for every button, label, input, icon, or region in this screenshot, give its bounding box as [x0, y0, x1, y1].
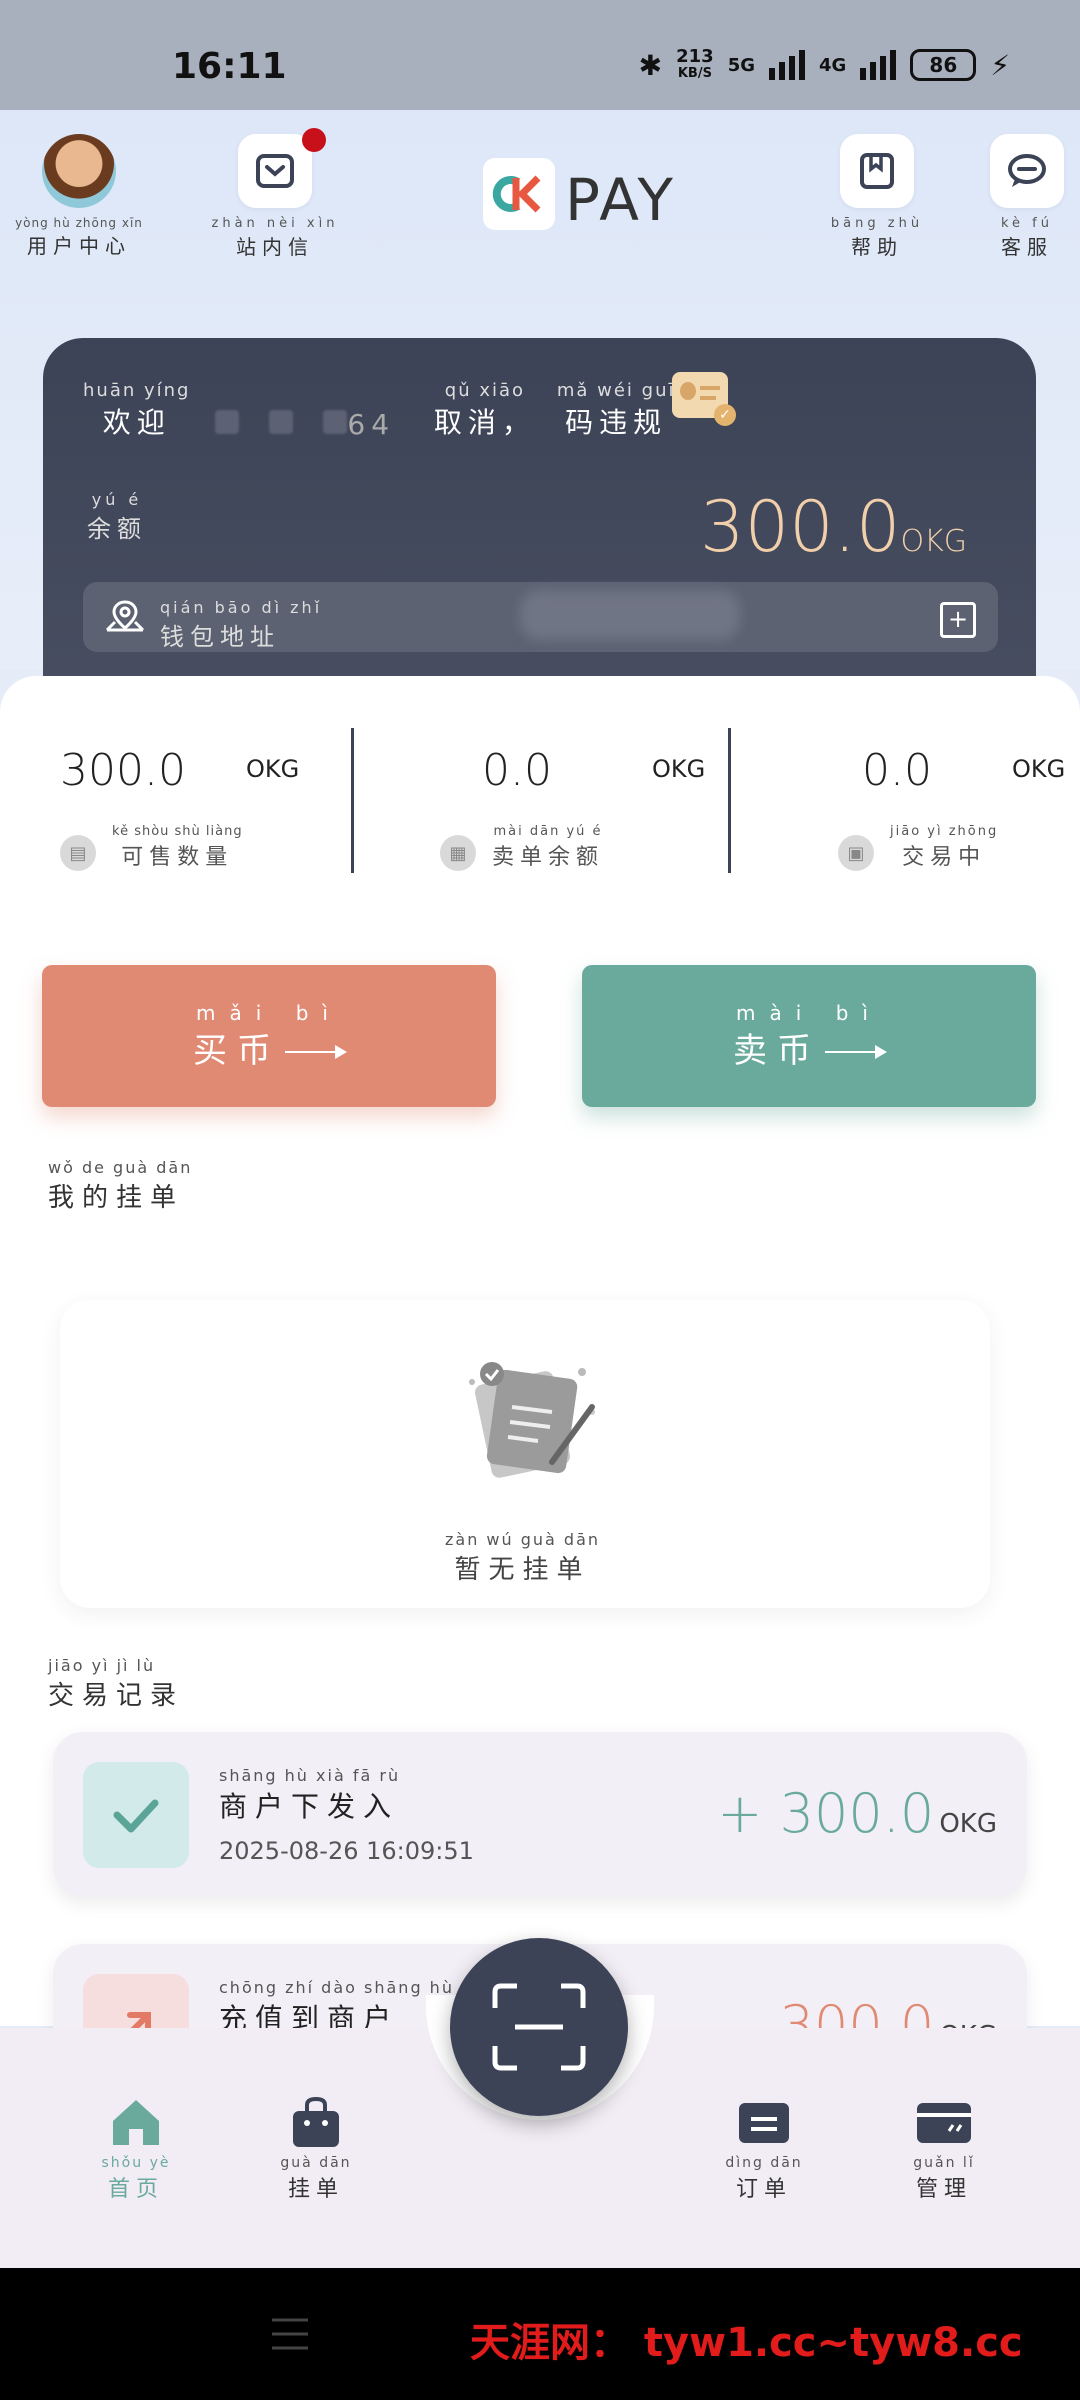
- stat-available: 300.0 OKG ▤ kě shòu shù liàng 可售数量: [60, 745, 300, 871]
- wallet-address-label: qián bāo dì zhǐ 钱包地址: [160, 598, 323, 651]
- order-icon: [739, 2103, 789, 2143]
- user-center-button[interactable]: yòng hù zhōng xīn 用户中心: [14, 134, 144, 259]
- watermark-text: 天涯网： tyw1.cc~tyw8.cc: [470, 2320, 1023, 2366]
- wallet-icon: ▣: [838, 835, 874, 871]
- balance-label: yú é 余额: [87, 490, 147, 543]
- brand-name: PAY: [565, 166, 676, 234]
- arrow-right-icon: [285, 1045, 347, 1059]
- help-button[interactable]: bāng zhù 帮助: [822, 134, 932, 260]
- home-icon: [113, 2100, 159, 2145]
- signal-4g-icon: [860, 50, 897, 80]
- trade-records-title: jiāo yì jì lù 交易记录: [48, 1656, 185, 1711]
- document-icon: ▤: [60, 835, 96, 871]
- card-icon: [917, 2103, 971, 2143]
- nav-manage[interactable]: guǎn lǐ 管理: [864, 2095, 1024, 2203]
- masked-wallet-address: [520, 590, 740, 640]
- chat-icon: [990, 134, 1064, 208]
- network-4g-label: 4G: [819, 54, 847, 76]
- book-icon: [840, 134, 914, 208]
- battery-icon: 86: [910, 49, 977, 81]
- nav-home[interactable]: shǒu yè 首页: [56, 2095, 216, 2203]
- brand-logo: [483, 158, 555, 230]
- empty-orders-text: zàn wú guà dān 暂无挂单: [445, 1530, 601, 1585]
- menu-icon[interactable]: [270, 2314, 310, 2358]
- copy-icon[interactable]: +: [940, 602, 976, 638]
- check-icon: [83, 1762, 189, 1868]
- bag-icon: [293, 2096, 339, 2147]
- stat-in-trade: 0.0 OKG ▣ jiāo yì zhōng 交易中: [838, 745, 1065, 871]
- status-icons: ✱ 213 KB/S 5G 4G 86 ⚡: [639, 48, 1010, 82]
- arrow-right-icon: [825, 1045, 887, 1059]
- sell-coin-button[interactable]: mài bì 卖币: [582, 965, 1036, 1107]
- receipt-icon: ▦: [440, 835, 476, 871]
- my-orders-title: wǒ de guà dān 我的挂单: [48, 1158, 193, 1213]
- charging-icon: ⚡: [990, 48, 1010, 82]
- id-card-icon[interactable]: ✓: [672, 372, 736, 426]
- scan-icon: [492, 1983, 586, 2071]
- welcome-text: huān yíng 欢迎 64 qǔ xiāo 取消， mǎ wéi guī 码…: [83, 380, 676, 441]
- avatar[interactable]: [42, 134, 116, 208]
- record-item[interactable]: shāng hù xià fā rù 商户下发入 2025-08-26 16:0…: [53, 1732, 1027, 1897]
- location-icon: [103, 598, 147, 638]
- stat-divider: [728, 728, 731, 873]
- nav-orders-pending[interactable]: guà dān 挂单: [236, 2095, 396, 2203]
- balance-value: 300.0OKG: [700, 486, 967, 568]
- masked-user-id: 64: [215, 408, 395, 441]
- bluetooth-icon: ✱: [638, 48, 663, 82]
- messages-button[interactable]: zhàn nèi xìn 站内信: [210, 128, 340, 260]
- stat-divider: [351, 728, 354, 873]
- scan-button[interactable]: [450, 1938, 628, 2116]
- status-time: 16:11: [172, 46, 287, 87]
- mail-icon: [238, 134, 312, 208]
- unread-badge: [302, 128, 326, 152]
- stat-sell-balance: 0.0 OKG ▦ mài dān yú é 卖单余额: [440, 745, 770, 871]
- network-5g-label: 5G: [727, 54, 756, 76]
- customer-service-button[interactable]: kè fú 客服: [972, 134, 1080, 260]
- signal-5g-icon: [769, 50, 806, 80]
- net-speed: 213 KB/S: [676, 46, 714, 82]
- nav-orders[interactable]: dìng dān 订单: [684, 2095, 844, 2203]
- empty-document-icon: [452, 1352, 602, 1496]
- buy-coin-button[interactable]: mǎi bì 买币: [42, 965, 496, 1107]
